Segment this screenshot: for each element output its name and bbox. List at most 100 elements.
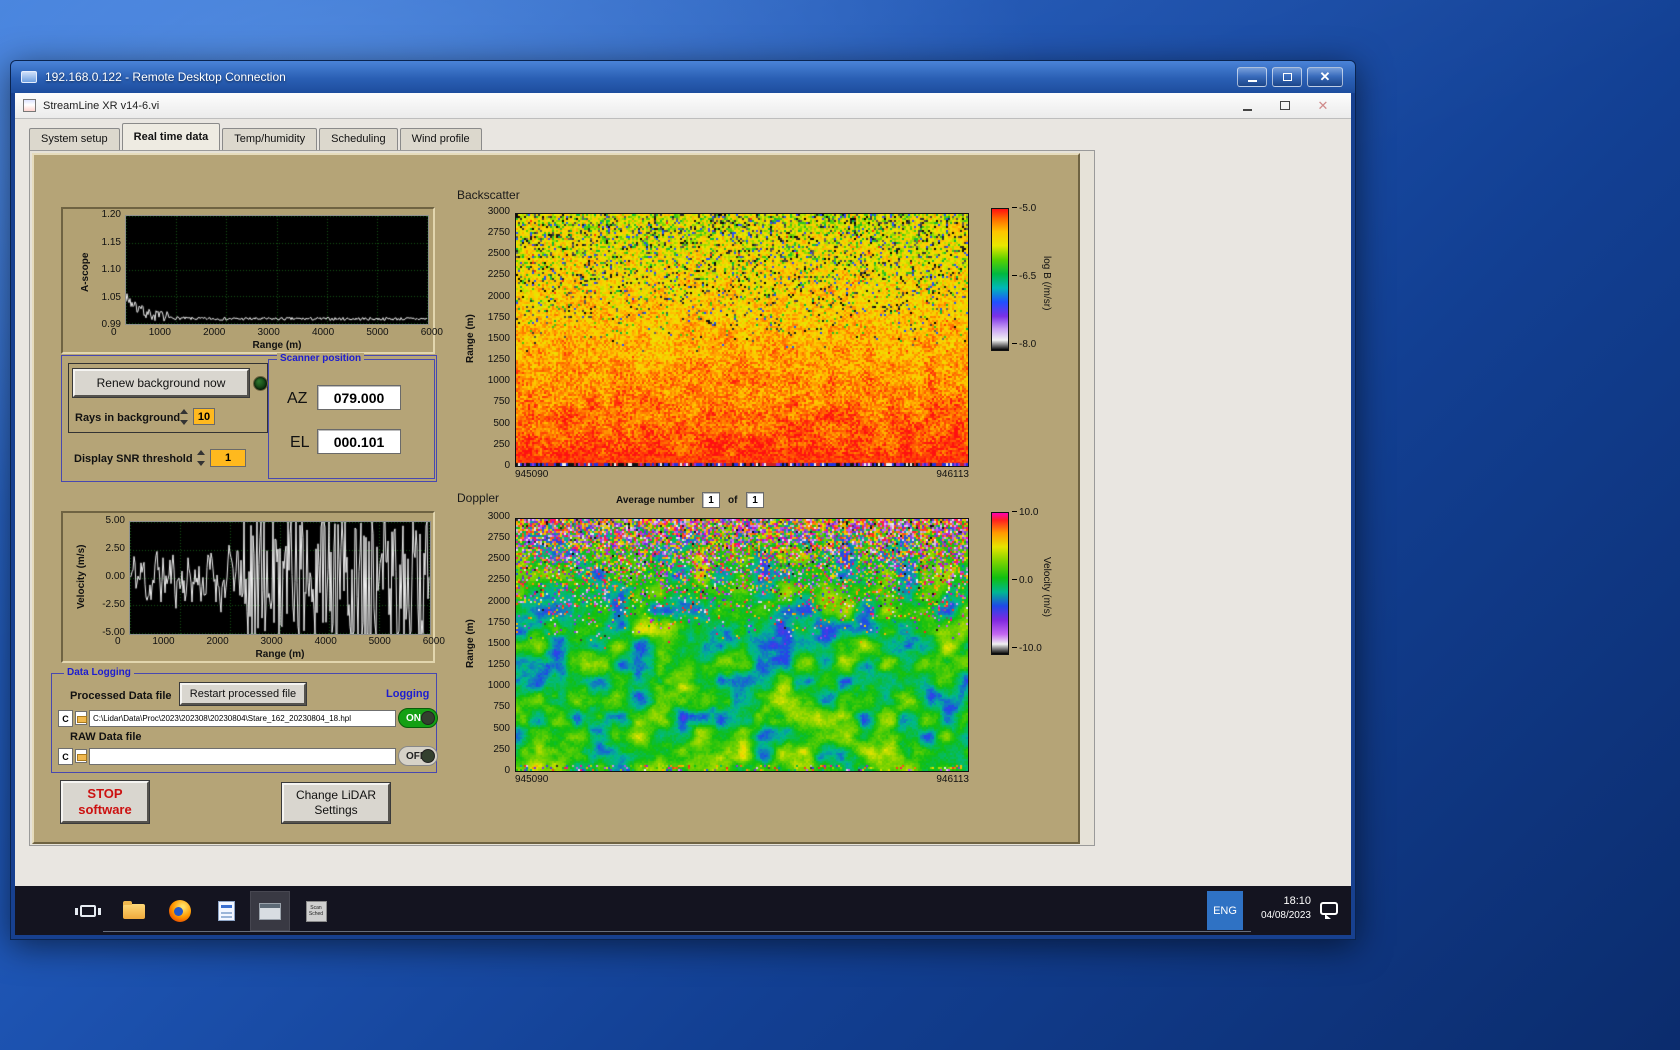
app-close-button[interactable]: ✕ xyxy=(1311,97,1335,115)
taskbar-clock[interactable]: 18:10 04/08/2023 xyxy=(1247,894,1311,923)
snr-spinner[interactable] xyxy=(197,450,207,466)
tick-label: 1.15 xyxy=(102,238,121,248)
tick-label: 500 xyxy=(493,419,510,429)
toggle-knob xyxy=(421,749,435,763)
streamline-app-button[interactable] xyxy=(251,892,289,930)
stop-label-line2: software xyxy=(78,802,131,818)
backscatter-colorbar-ticks: -5.0-6.5-8.0 xyxy=(1012,204,1036,350)
rdp-close-button[interactable]: ✕ xyxy=(1307,67,1343,87)
ascope-x-axis-label: Range (m) xyxy=(125,340,429,351)
raw-drive-selector[interactable]: C xyxy=(58,748,73,765)
renew-background-button[interactable]: Renew background now xyxy=(73,369,249,397)
tick-label: 2250 xyxy=(488,270,510,280)
tick-label: 1500 xyxy=(488,334,510,344)
tick-label: 0 xyxy=(504,461,510,471)
tick-label: 3000 xyxy=(261,637,283,647)
rdp-maximize-button[interactable] xyxy=(1272,67,1302,87)
stop-software-button[interactable]: STOP software xyxy=(61,781,149,823)
maximize-icon xyxy=(1283,73,1292,81)
doppler-y-axis-label: Range (m) xyxy=(464,518,477,770)
average-of-value[interactable]: 1 xyxy=(746,492,764,508)
processed-drive-selector[interactable]: C xyxy=(58,710,73,727)
document-app-button[interactable] xyxy=(207,892,245,930)
doppler-colorbar xyxy=(991,512,1009,655)
tick-label: 1.10 xyxy=(102,265,121,275)
notification-icon[interactable] xyxy=(1320,902,1338,915)
ascope-trace xyxy=(126,216,428,324)
raw-logging-toggle[interactable]: OFF xyxy=(398,746,438,766)
browse-file-icon[interactable] xyxy=(75,749,87,763)
minimize-icon xyxy=(1248,80,1257,82)
tick-label: 2500 xyxy=(488,554,510,564)
backscatter-title: Backscatter xyxy=(457,188,520,202)
tick-label: 0.0 xyxy=(1012,576,1042,586)
app-window-controls: ✕ xyxy=(1235,97,1335,115)
increment-icon xyxy=(197,450,205,455)
ascope-plot-group: A-scope 1.201.151.101.050.99 01000200030… xyxy=(61,207,435,354)
processed-data-file-path[interactable]: C:\Lidar\Data\Proc\2023\202308\20230804\… xyxy=(89,710,396,727)
tab-page: A-scope 1.201.151.101.050.99 01000200030… xyxy=(29,150,1095,846)
tab-wind-profile[interactable]: Wind profile xyxy=(400,128,482,150)
snr-threshold-value[interactable]: 1 xyxy=(210,449,246,467)
el-value[interactable]: 000.101 xyxy=(317,429,401,454)
app-minimize-button[interactable] xyxy=(1235,97,1259,115)
tick-label: 250 xyxy=(493,745,510,755)
doppler-plot xyxy=(515,518,969,772)
language-indicator[interactable]: ENG xyxy=(1207,891,1243,930)
el-label: EL xyxy=(290,434,310,452)
ascope-plot xyxy=(125,215,429,325)
app-title: StreamLine XR v14-6.vi xyxy=(43,100,159,112)
tick-label: 2500 xyxy=(488,249,510,259)
firefox-button[interactable] xyxy=(161,892,199,930)
change-lidar-settings-button[interactable]: Change LiDAR Settings xyxy=(282,783,390,823)
tick-label: -8.0 xyxy=(1012,340,1036,350)
backscatter-x-end: 946113 xyxy=(936,470,969,480)
doppler-title: Doppler xyxy=(457,491,499,505)
average-number-value[interactable]: 1 xyxy=(702,492,720,508)
doppler-x-end: 946113 xyxy=(936,775,969,785)
task-view-button[interactable] xyxy=(69,892,107,930)
doppler-heatmap xyxy=(516,519,968,771)
browse-file-icon[interactable] xyxy=(75,711,87,725)
front-panel: A-scope 1.201.151.101.050.99 01000200030… xyxy=(32,153,1080,844)
data-logging-title: Data Logging xyxy=(64,667,134,679)
processed-logging-toggle[interactable]: ON xyxy=(398,708,438,728)
velocity-plot xyxy=(129,521,431,635)
scan-scheduler-icon: Scan Sched xyxy=(306,901,327,922)
ascope-x-ticks: 0100020003000400050006000 xyxy=(111,328,443,338)
folder-icon xyxy=(123,904,145,919)
tick-label: 1250 xyxy=(488,355,510,365)
tab-temp-humidity[interactable]: Temp/humidity xyxy=(222,128,317,150)
data-logging-group: Data Logging Processed Data file Restart… xyxy=(51,673,437,773)
tick-label: 1750 xyxy=(488,618,510,628)
file-explorer-button[interactable] xyxy=(115,892,153,930)
rays-in-background-label: Rays in background xyxy=(75,412,180,424)
remote-desktop-icon xyxy=(21,71,37,83)
rays-spinner[interactable] xyxy=(180,409,190,425)
taskbar: Scan Sched ENG 18:10 04/08/2023 xyxy=(15,886,1351,935)
restart-processed-file-button[interactable]: Restart processed file xyxy=(180,683,306,705)
tick-label: 5000 xyxy=(369,637,391,647)
tab-scheduling[interactable]: Scheduling xyxy=(319,128,397,150)
tick-label: 2.50 xyxy=(106,544,125,554)
tick-label: 1750 xyxy=(488,313,510,323)
scan-scheduler-button[interactable]: Scan Sched xyxy=(297,892,335,930)
rdp-titlebar[interactable]: 192.168.0.122 - Remote Desktop Connectio… xyxy=(11,61,1355,93)
toggle-on-label: ON xyxy=(406,713,421,724)
tick-label: 1.20 xyxy=(102,210,121,220)
tab-system-setup[interactable]: System setup xyxy=(29,128,120,150)
tab-real-time-data[interactable]: Real time data xyxy=(122,123,221,150)
velocity-plot-group: Velocity (m/s) 5.002.500.00-2.50-5.00 01… xyxy=(61,511,435,663)
tick-label: 2000 xyxy=(203,328,225,338)
rays-in-background-value[interactable]: 10 xyxy=(193,408,215,425)
raw-data-file-path[interactable] xyxy=(89,748,396,765)
rdp-minimize-button[interactable] xyxy=(1237,67,1267,87)
az-value[interactable]: 079.000 xyxy=(317,385,401,410)
app-window-icon xyxy=(259,903,281,920)
app-titlebar[interactable]: StreamLine XR v14-6.vi ✕ xyxy=(15,93,1351,119)
tick-label: 2000 xyxy=(206,637,228,647)
tick-label: 2000 xyxy=(488,292,510,302)
tick-label: 5000 xyxy=(366,328,388,338)
app-restore-button[interactable] xyxy=(1273,97,1297,115)
tick-label: 750 xyxy=(493,397,510,407)
